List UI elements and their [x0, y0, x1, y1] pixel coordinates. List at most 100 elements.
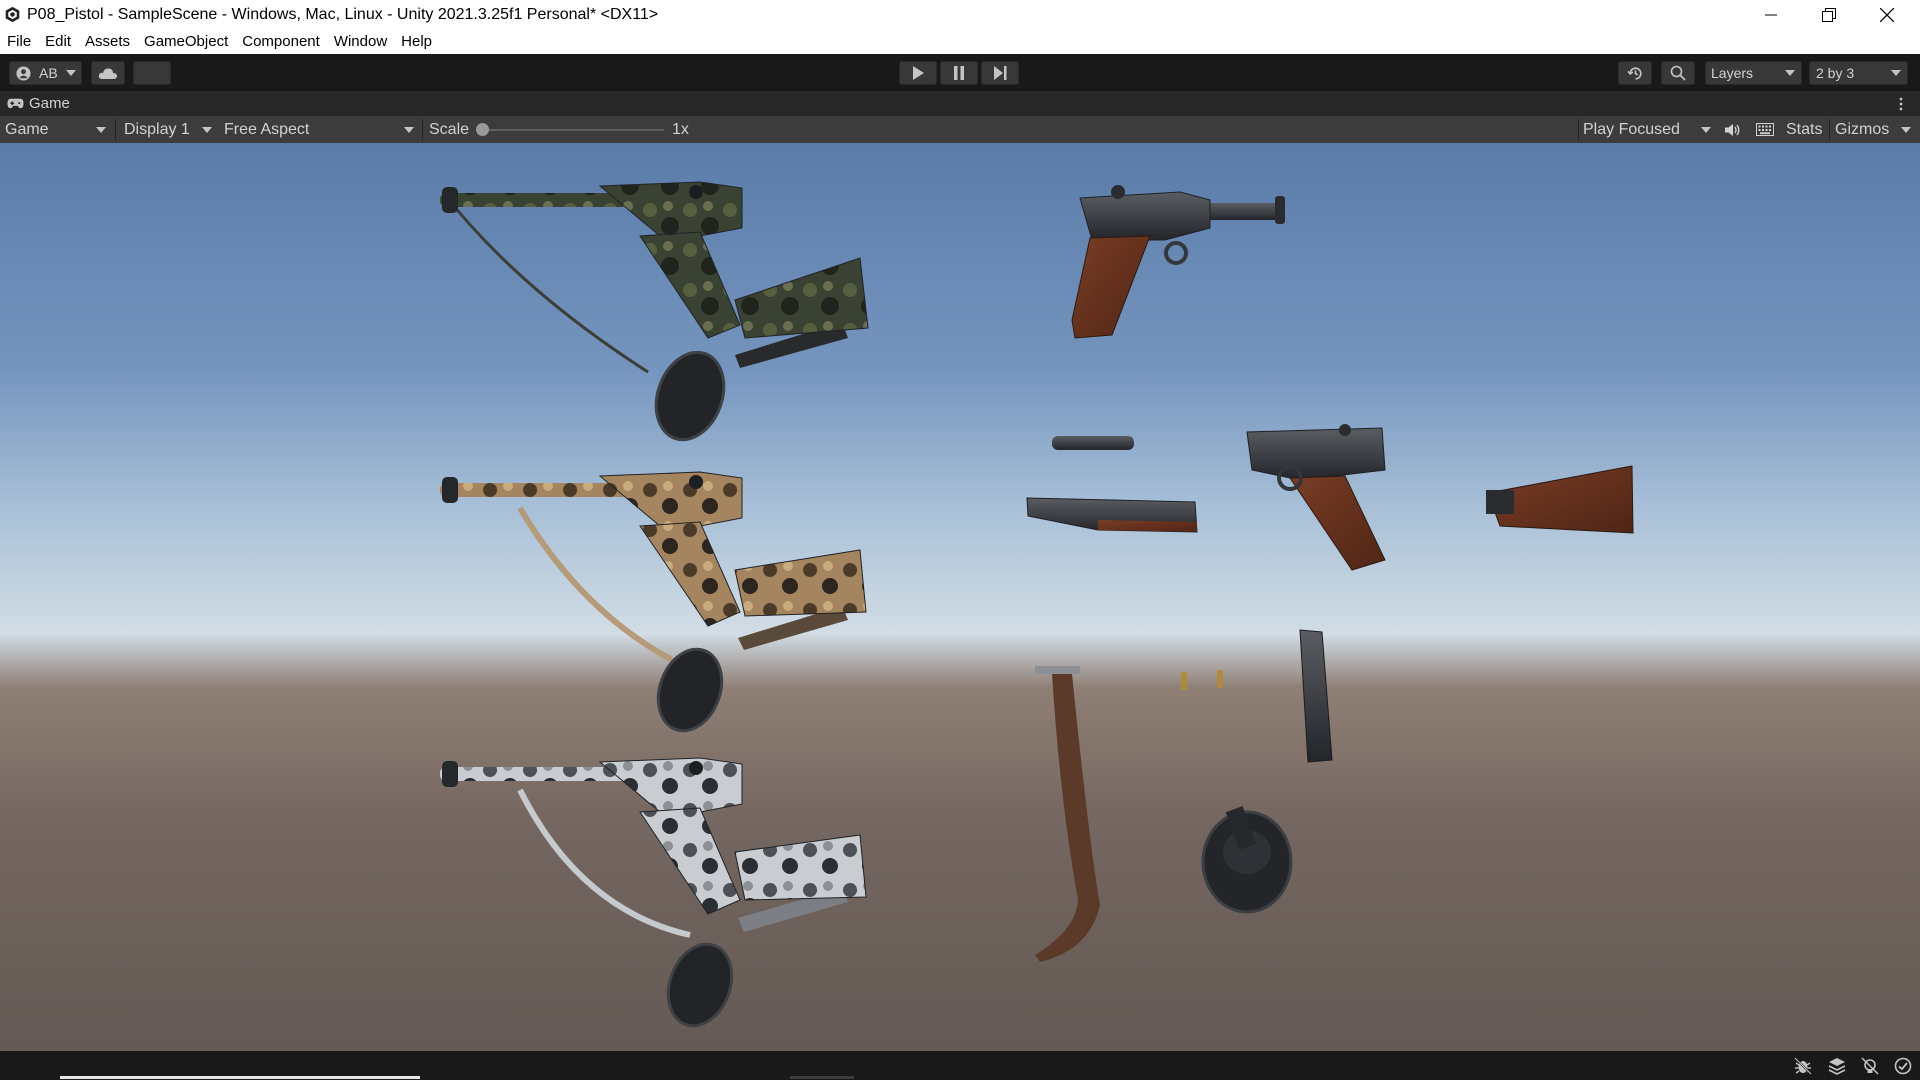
lighting-off-icon	[1861, 1057, 1879, 1075]
speaker-icon	[1725, 123, 1740, 136]
scale-slider-thumb[interactable]	[476, 123, 489, 136]
chevron-down-icon	[404, 126, 414, 133]
mute-audio-button[interactable]	[1721, 116, 1743, 143]
account-label: AB	[39, 65, 58, 81]
pistol-tan-camo[interactable]	[440, 471, 867, 740]
menu-edit[interactable]: Edit	[38, 33, 78, 50]
sling-strap[interactable]	[1035, 666, 1100, 962]
status-bar	[0, 1051, 1920, 1080]
main-toolbar: AB Layers 2 by 3	[0, 54, 1920, 91]
divider	[422, 119, 423, 140]
history-icon	[1626, 66, 1642, 80]
gizmos-button[interactable]: Gizmos	[1835, 116, 1889, 143]
window-title: P08_Pistol - SampleScene - Windows, Mac,…	[27, 5, 659, 23]
aspect-label: Free Aspect	[224, 120, 310, 138]
account-dropdown[interactable]: AB	[9, 61, 82, 85]
bullet-1[interactable]	[1181, 672, 1187, 690]
restore-icon	[1822, 7, 1836, 22]
keyboard-shortcuts-button[interactable]	[1752, 116, 1778, 143]
pistol-green-camo[interactable]	[440, 181, 869, 449]
auto-generate-lighting-button[interactable]	[1861, 1057, 1879, 1075]
menu-component[interactable]: Component	[235, 33, 327, 50]
barrel-long[interactable]	[1026, 497, 1198, 533]
step-button[interactable]	[981, 61, 1019, 85]
menu-help[interactable]: Help	[394, 33, 439, 50]
chevron-down-icon	[1891, 70, 1901, 76]
tab-game[interactable]: Game	[7, 91, 70, 116]
restore-button[interactable]	[1800, 0, 1858, 29]
layers-label: Layers	[1711, 65, 1754, 81]
menu-file[interactable]: File	[0, 33, 38, 50]
play-mode-label: Play Focused	[1583, 120, 1680, 138]
minimize-button[interactable]	[1742, 0, 1800, 29]
minimize-icon	[1765, 14, 1777, 15]
magazine[interactable]	[1299, 629, 1333, 763]
chevron-down-icon	[65, 70, 76, 76]
view-mode-dropdown[interactable]: Game	[5, 116, 110, 143]
game-view-toolbar: Game Display 1 Free Aspect Scale 1x Play…	[0, 116, 1920, 144]
close-icon	[1880, 7, 1894, 22]
progress-underline	[790, 1076, 854, 1079]
search-button[interactable]	[1661, 61, 1695, 85]
unity-logo-icon	[5, 6, 20, 23]
menu-assets[interactable]: Assets	[78, 33, 137, 50]
status-ok-button[interactable]	[1894, 1057, 1912, 1075]
chevron-down-icon	[96, 126, 106, 133]
scene-render	[440, 181, 1634, 1035]
progress-underline	[60, 1076, 420, 1079]
chevron-down-icon	[1785, 70, 1795, 76]
scale-label: Scale	[429, 120, 470, 138]
keyboard-icon	[1756, 123, 1774, 136]
gamepad-icon	[7, 98, 24, 109]
layers-dropdown[interactable]: Layers	[1705, 61, 1802, 85]
search-icon	[1670, 65, 1686, 81]
game-viewport[interactable]	[0, 143, 1920, 1051]
gizmos-dropdown[interactable]	[1899, 116, 1913, 143]
view-mode-label: Game	[5, 120, 49, 138]
pistol-snow-camo[interactable]	[440, 757, 867, 1035]
menu-bar: File Edit Assets GameObject Component Wi…	[0, 29, 1920, 54]
kebab-menu-icon	[1899, 97, 1903, 110]
scale-value: 1x	[672, 120, 689, 138]
chevron-down-icon	[1901, 126, 1911, 133]
drum-magazine[interactable]	[1201, 806, 1293, 914]
bug-icon	[1794, 1057, 1812, 1075]
undo-history-button[interactable]	[1618, 61, 1652, 85]
wooden-stock[interactable]	[1486, 465, 1634, 534]
aspect-dropdown[interactable]: Free Aspect	[224, 116, 418, 143]
cloud-icon	[98, 67, 117, 79]
divider	[115, 119, 116, 140]
menu-gameobject[interactable]: GameObject	[137, 33, 235, 50]
scale-slider-track	[476, 129, 664, 131]
play-button[interactable]	[899, 61, 937, 85]
layers-status-button[interactable]	[1828, 1057, 1846, 1075]
stats-button[interactable]: Stats	[1786, 116, 1822, 143]
chevron-down-icon	[202, 126, 212, 133]
divider	[1578, 119, 1579, 140]
scale-slider[interactable]	[476, 116, 666, 143]
debug-button[interactable]	[1794, 1057, 1812, 1075]
barrel-short[interactable]	[1052, 436, 1134, 450]
menu-window[interactable]: Window	[327, 33, 394, 50]
account-icon	[16, 65, 31, 81]
stack-icon	[1828, 1058, 1846, 1075]
window-title-bar: P08_Pistol - SampleScene - Windows, Mac,…	[0, 0, 1920, 29]
tab-menu-button[interactable]	[1896, 95, 1906, 112]
pistol-frame[interactable]	[1246, 424, 1386, 571]
collab-button[interactable]	[133, 61, 171, 85]
bullet-2[interactable]	[1217, 670, 1223, 688]
chevron-down-icon	[1701, 126, 1711, 133]
layout-label: 2 by 3	[1816, 65, 1855, 81]
display-label: Display 1	[124, 120, 190, 138]
play-mode-dropdown[interactable]: Play Focused	[1583, 116, 1713, 143]
close-button[interactable]	[1858, 0, 1916, 29]
pause-icon	[954, 66, 964, 80]
pause-button[interactable]	[940, 61, 978, 85]
check-circle-icon	[1894, 1057, 1912, 1075]
display-dropdown[interactable]: Display 1	[124, 116, 216, 143]
pistol-assembled[interactable]	[1071, 185, 1285, 339]
cloud-button[interactable]	[91, 61, 125, 85]
tab-game-label: Game	[29, 95, 70, 112]
layout-dropdown[interactable]: 2 by 3	[1809, 61, 1908, 85]
play-icon	[913, 66, 924, 80]
